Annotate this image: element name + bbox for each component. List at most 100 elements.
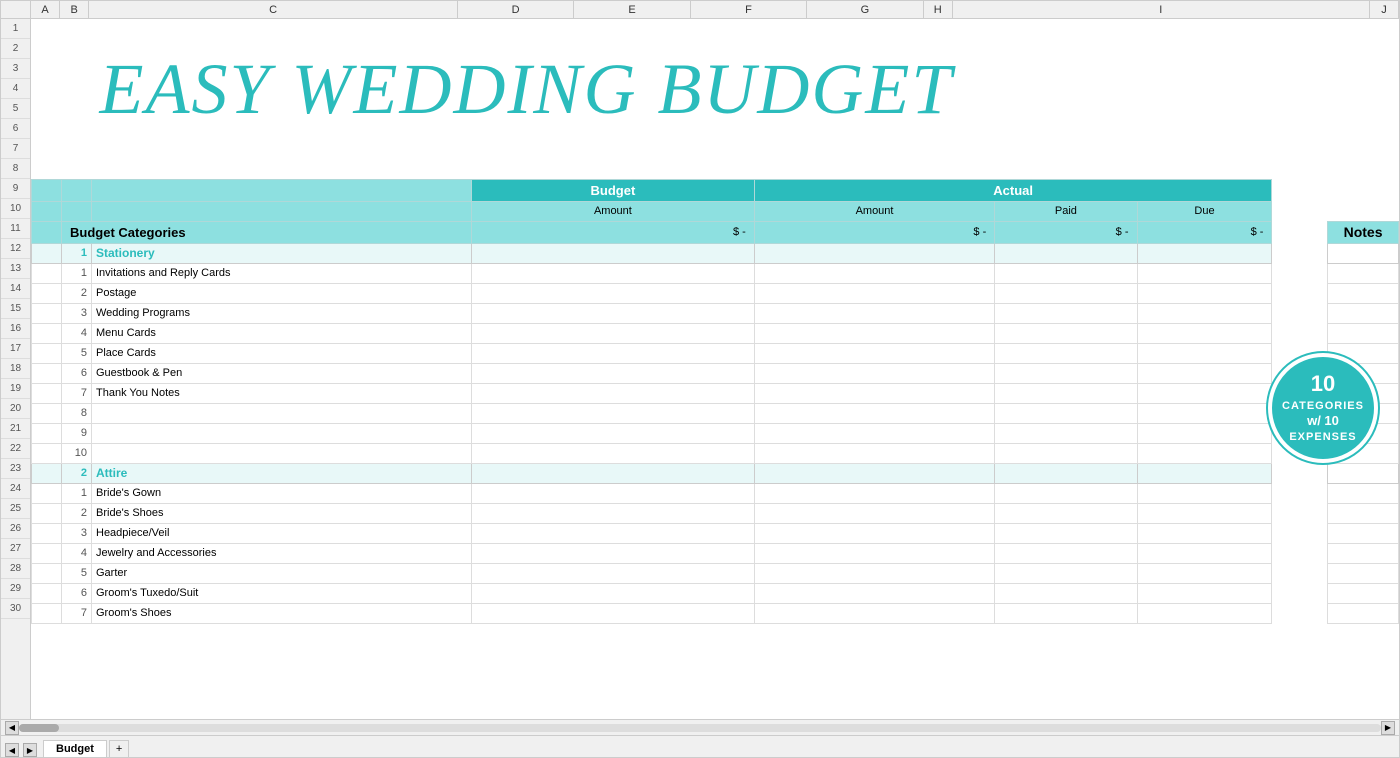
item-num-1-6: 6 (62, 363, 92, 383)
budget-header: Budget (472, 179, 755, 201)
item-name-2-5: Garter (92, 563, 472, 583)
row-num-22: 22 (1, 439, 30, 459)
badge-line3: w/ 10 (1307, 413, 1339, 430)
col-header-c: C (89, 1, 458, 18)
item-name-1-3: Wedding Programs (92, 303, 472, 323)
row-num-2: 2 (1, 39, 30, 59)
col-header-e: E (574, 1, 690, 18)
row-num-26: 26 (1, 519, 30, 539)
tab-bar: ◀ ▶ Budget + (1, 735, 1399, 757)
row-1: EASY WEDDING BUDGET (32, 19, 1399, 39)
col-header-i: I (953, 1, 1370, 18)
row-num-8: 8 (1, 159, 30, 179)
row-10-header: Amount Amount Paid Due (32, 201, 1399, 221)
tab-scroll-right[interactable]: ▶ (23, 743, 37, 757)
row-num-24: 24 (1, 479, 30, 499)
categories-header: Budget Categories (62, 221, 472, 243)
row-num-23: 23 (1, 459, 30, 479)
row-num-16: 16 (1, 319, 30, 339)
category-row-stationery: 1 Stationery (32, 243, 1399, 263)
item-name-1-1: Invitations and Reply Cards (92, 263, 472, 283)
item-row-1-1: 1 Invitations and Reply Cards (32, 263, 1399, 283)
item-num-1-2: 2 (62, 283, 92, 303)
item-num-2-4: 4 (62, 543, 92, 563)
scroll-thumb[interactable] (19, 724, 59, 732)
row-num-14: 14 (1, 279, 30, 299)
col-header-b: B (60, 1, 89, 18)
col-header-a: A (31, 1, 60, 18)
item-num-2-7: 7 (62, 603, 92, 623)
row-num-17: 17 (1, 339, 30, 359)
row-num-4: 4 (1, 79, 30, 99)
col-header-f: F (691, 1, 807, 18)
category-row-attire: 2 Attire 10 CATEGORIES w/ 10 EXPENSES (32, 463, 1399, 483)
cat-name-1: Stationery (92, 243, 472, 263)
col-header-d: D (458, 1, 574, 18)
item-row-1-5: 5 Place Cards (32, 343, 1399, 363)
row-9-header: Budget Actual (32, 179, 1399, 201)
column-headers: A B C D E F G H I J (1, 1, 1399, 19)
row-num-28: 28 (1, 559, 30, 579)
item-name-1-5: Place Cards (92, 343, 472, 363)
scroll-left-arrow[interactable]: ◀ (5, 721, 19, 735)
item-name-2-7: Groom's Shoes (92, 603, 472, 623)
row-num-13: 13 (1, 259, 30, 279)
item-row-1-8: 8 (32, 403, 1399, 423)
cat-num-1: 1 (62, 243, 92, 263)
item-row-2-2: 2 Bride's Shoes (32, 503, 1399, 523)
horizontal-scrollbar[interactable]: ◀ ▶ (1, 719, 1399, 735)
budget-amount-header: Amount (472, 201, 755, 221)
actual-header: Actual (754, 179, 1272, 201)
badge-line1: 10 (1311, 370, 1335, 399)
col-header-h: H (924, 1, 953, 18)
item-num-1-10: 10 (62, 443, 92, 463)
row-num-5: 5 (1, 99, 30, 119)
item-row-1-6: 6 Guestbook & Pen (32, 363, 1399, 383)
row-num-7: 7 (1, 139, 30, 159)
paid-header: Paid (995, 201, 1137, 221)
cat-num-2: 2 (62, 463, 92, 483)
row-num-11: 11 (1, 219, 30, 239)
grid-container: 1 2 3 4 5 6 7 8 9 10 11 12 13 14 15 16 1… (1, 19, 1399, 719)
item-name-2-4: Jewelry and Accessories (92, 543, 472, 563)
row-num-18: 18 (1, 359, 30, 379)
item-name-1-7: Thank You Notes (92, 383, 472, 403)
row-8 (32, 159, 1399, 179)
item-name-2-6: Groom's Tuxedo/Suit (92, 583, 472, 603)
row-num-9: 9 (1, 179, 30, 199)
actual-total: $ - (754, 221, 994, 243)
item-name-2-2: Bride's Shoes (92, 503, 472, 523)
row-num-10: 10 (1, 199, 30, 219)
item-num-1-7: 7 (62, 383, 92, 403)
item-num-2-3: 3 (62, 523, 92, 543)
tab-add-button[interactable]: + (109, 740, 129, 757)
item-row-2-4: 4 Jewelry and Accessories (32, 543, 1399, 563)
due-header: Due (1137, 201, 1272, 221)
budget-total: $ - (472, 221, 755, 243)
tab-scroll-left[interactable]: ◀ (5, 743, 19, 757)
item-num-1-1: 1 (62, 263, 92, 283)
corner-cell (1, 1, 31, 18)
item-num-1-4: 4 (62, 323, 92, 343)
item-num-2-1: 1 (62, 483, 92, 503)
item-num-1-5: 5 (62, 343, 92, 363)
row-num-15: 15 (1, 299, 30, 319)
item-num-1-3: 3 (62, 303, 92, 323)
row-num-30: 30 (1, 599, 30, 619)
item-row-2-1: 1 Bride's Gown (32, 483, 1399, 503)
notes-header: Notes (1328, 221, 1399, 243)
scroll-track[interactable] (19, 724, 1381, 732)
row-num-12: 12 (1, 239, 30, 259)
item-row-1-3: 3 Wedding Programs (32, 303, 1399, 323)
due-total: $ - (1137, 221, 1272, 243)
item-row-2-6: 6 Groom's Tuxedo/Suit (32, 583, 1399, 603)
row-num-21: 21 (1, 419, 30, 439)
scroll-right-arrow[interactable]: ▶ (1381, 721, 1395, 735)
item-name-1-6: Guestbook & Pen (92, 363, 472, 383)
item-num-2-5: 5 (62, 563, 92, 583)
spreadsheet: A B C D E F G H I J 1 2 3 4 5 6 7 8 9 10… (0, 0, 1400, 758)
tab-budget[interactable]: Budget (43, 740, 107, 757)
item-row-1-4: 4 Menu Cards (32, 323, 1399, 343)
row-11-totals: Budget Categories $ - $ - $ - $ - Notes (32, 221, 1399, 243)
item-name-2-1: Bride's Gown (92, 483, 472, 503)
